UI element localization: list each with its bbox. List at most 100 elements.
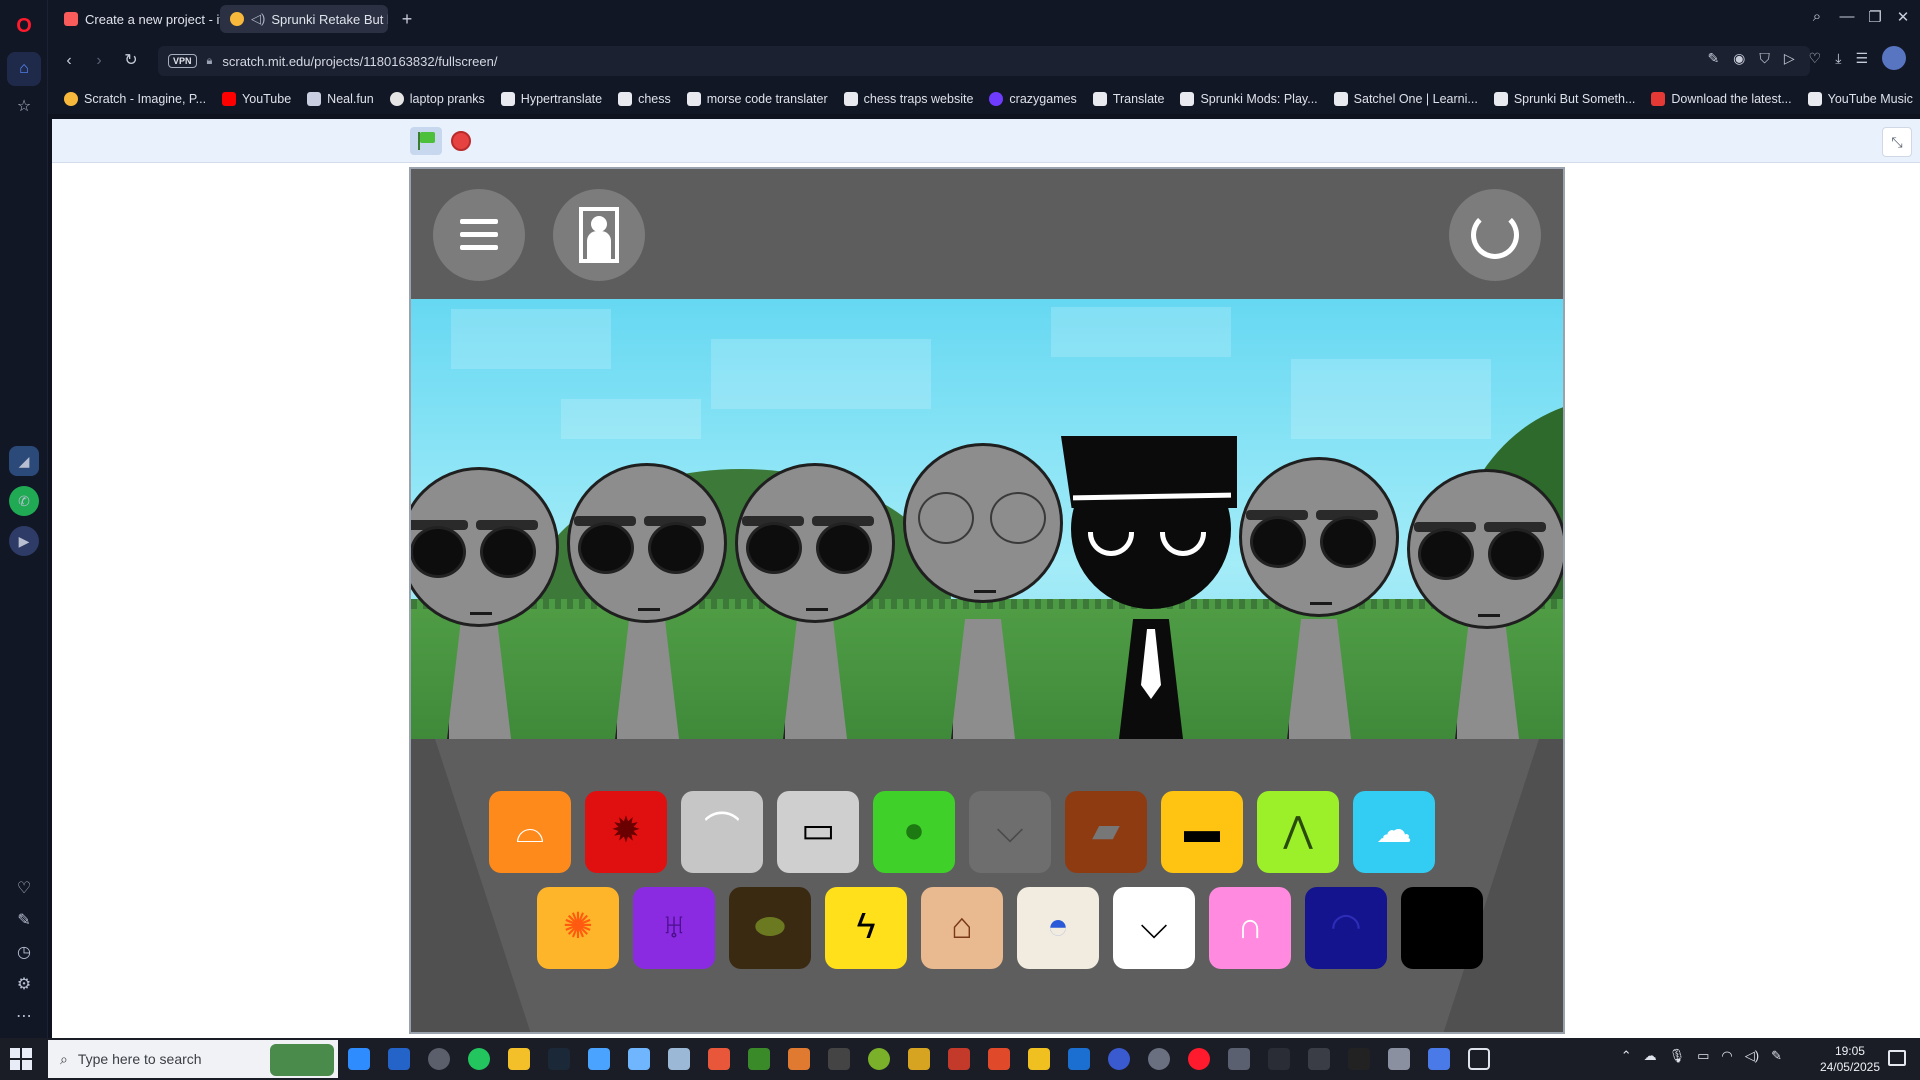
camera-app-icon[interactable] (1228, 1048, 1250, 1070)
bookmark-item[interactable]: Hypertranslate (500, 92, 602, 106)
vpn-badge[interactable]: VPN (168, 54, 197, 68)
settings-gear-icon[interactable]: ⚙ (12, 972, 36, 996)
cowboy-hat-icon[interactable]: ⌂ (921, 887, 1003, 969)
bookmark-item[interactable]: Download the latest... (1651, 92, 1792, 106)
app-icon[interactable] (588, 1048, 610, 1070)
home-icon[interactable]: ⌂ (7, 52, 41, 86)
shield-icon[interactable]: ⛉ (1759, 50, 1770, 70)
close-button[interactable]: ✕ (1892, 8, 1914, 26)
store-icon[interactable] (388, 1048, 410, 1070)
bookmark-item[interactable]: Scratch - Imagine, P... (64, 92, 206, 106)
file-explorer-icon[interactable] (508, 1048, 530, 1070)
portrait-button[interactable] (553, 189, 645, 281)
bookmark-item[interactable]: YouTube Music (1807, 92, 1913, 106)
purple-horns-icon[interactable]: ♅ (633, 887, 715, 969)
app-icon[interactable] (1388, 1048, 1410, 1070)
capcut-icon[interactable] (1268, 1048, 1290, 1070)
menu-icon[interactable]: ☰ (1855, 50, 1868, 70)
headphones-icon[interactable]: ☁ (1353, 791, 1435, 873)
propeller-cap-icon[interactable]: ◓ (1017, 887, 1099, 969)
bookmark-item[interactable]: Satchel One | Learni... (1333, 92, 1478, 106)
bookmark-item[interactable]: Neal.fun (307, 92, 374, 106)
widget-landscape-icon[interactable] (270, 1044, 334, 1076)
green-flag-button[interactable] (410, 127, 442, 155)
bookmark-item[interactable]: Sprunki Mods: Play... (1180, 92, 1318, 106)
speaker-icon[interactable]: ◁) (251, 11, 265, 27)
reload-button[interactable]: ↻ (120, 50, 142, 72)
gray-dish-icon[interactable]: ⌒ (681, 791, 763, 873)
green-pumpkin-icon[interactable]: ● (873, 791, 955, 873)
settings-icon[interactable] (428, 1048, 450, 1070)
bookmark-item[interactable]: Translate (1092, 92, 1164, 106)
exit-fullscreen-button[interactable]: ⤡ (1882, 127, 1912, 157)
scratch-stage[interactable]: ⌓ ✹ ⌒ ▭ ● ⌵ ▰ ▬ ⋀ ☁ ✺ ♅ ⬬ ϟ ⌂ ◓ ⌵ ∩ ◠ (409, 167, 1565, 1034)
green-spikes-icon[interactable]: ⋀ (1257, 791, 1339, 873)
orange-crab-icon[interactable]: ⌓ (489, 791, 571, 873)
radio-icon[interactable]: ▭ (777, 791, 859, 873)
notification-icon[interactable] (1888, 1050, 1906, 1066)
player-icon[interactable]: ▶ (9, 526, 39, 556)
bookmark-item[interactable]: laptop pranks (389, 92, 485, 106)
new-tab-button[interactable]: + (396, 8, 418, 30)
minimize-button[interactable]: — (1836, 8, 1858, 25)
cloud-icon[interactable]: ☁ (1644, 1048, 1657, 1064)
wifi-icon[interactable]: ◠ (1721, 1048, 1732, 1064)
snapshot-edit-icon[interactable]: ✎ (1707, 50, 1719, 70)
outlook-icon[interactable] (1068, 1048, 1090, 1070)
battery-icon[interactable]: ▭ (1697, 1048, 1709, 1064)
character-gray-2[interactable] (567, 463, 727, 739)
blue-dome-icon[interactable]: ◠ (1305, 887, 1387, 969)
character-gray-glasses[interactable] (903, 443, 1063, 739)
camera-icon[interactable]: ◉ (1733, 50, 1745, 70)
red-spikes-icon[interactable]: ✹ (585, 791, 667, 873)
cat-ears-icon[interactable]: ⌵ (969, 791, 1051, 873)
app-icon[interactable] (708, 1048, 730, 1070)
reset-button[interactable] (1449, 189, 1541, 281)
heart-icon[interactable]: ♡ (12, 876, 36, 900)
play-icon[interactable]: ▷ (1784, 50, 1795, 70)
brown-bush-icon[interactable]: ⬬ (729, 887, 811, 969)
bookmark-item[interactable]: Sprunki But Someth... (1493, 92, 1635, 106)
paint-icon[interactable] (668, 1048, 690, 1070)
clock[interactable]: 19:05 24/05/2025 (1820, 1043, 1880, 1075)
start-button[interactable] (10, 1048, 32, 1070)
character-gray-5[interactable] (1407, 469, 1563, 739)
history-icon[interactable]: ◷ (12, 940, 36, 964)
bunny-ears-icon[interactable]: ∩ (1209, 887, 1291, 969)
app-icon[interactable] (868, 1048, 890, 1070)
lightning-icon[interactable]: ϟ (825, 887, 907, 969)
back-button[interactable]: ‹ (58, 50, 80, 72)
mic-icon[interactable]: 🎙︎ (1669, 1048, 1686, 1064)
bookmark-item[interactable]: YouTube (222, 92, 291, 106)
forward-button[interactable]: › (88, 50, 110, 72)
app-icon[interactable] (788, 1048, 810, 1070)
steam-icon[interactable] (548, 1048, 570, 1070)
chevron-up-icon[interactable]: ⌃ (1621, 1048, 1632, 1064)
app-icon[interactable] (988, 1048, 1010, 1070)
whatsapp-icon[interactable]: ✆ (9, 486, 39, 516)
stop-button[interactable] (451, 131, 471, 151)
character-gray-1[interactable] (411, 467, 559, 739)
address-bar[interactable]: VPN 🔒︎ scratch.mit.edu/projects/11801638… (158, 46, 1810, 76)
more-icon[interactable]: ⋯ (12, 1004, 36, 1028)
character-gray-3[interactable] (735, 463, 895, 739)
app-icon[interactable] (1428, 1048, 1450, 1070)
minecraft-icon[interactable] (748, 1048, 770, 1070)
app-icon[interactable] (1028, 1048, 1050, 1070)
copilot-icon[interactable] (348, 1048, 370, 1070)
app-icon[interactable] (908, 1048, 930, 1070)
tab-itch[interactable]: Create a new project - itch (54, 5, 222, 33)
download-icon[interactable]: ⤓ (1835, 50, 1841, 70)
aria-icon[interactable]: ◢ (9, 446, 39, 476)
pen-icon[interactable]: ✎ (1771, 1048, 1782, 1064)
sun-icon[interactable]: ✺ (537, 887, 619, 969)
volume-icon[interactable]: ◁) (1745, 1048, 1759, 1064)
edit-icon[interactable]: ✎ (12, 908, 36, 932)
yellow-hat-icon[interactable]: ▬ (1161, 791, 1243, 873)
opera-logo-icon[interactable]: O (12, 14, 36, 38)
bookmark-item[interactable]: chess (618, 92, 671, 106)
search-tabs-icon[interactable]: ⌕ (1806, 8, 1828, 25)
opera-taskbar-icon[interactable] (1188, 1048, 1210, 1070)
whatsapp-taskbar-icon[interactable] (468, 1048, 490, 1070)
tab-sprunki[interactable]: ◁) Sprunki Retake But be (220, 5, 388, 33)
